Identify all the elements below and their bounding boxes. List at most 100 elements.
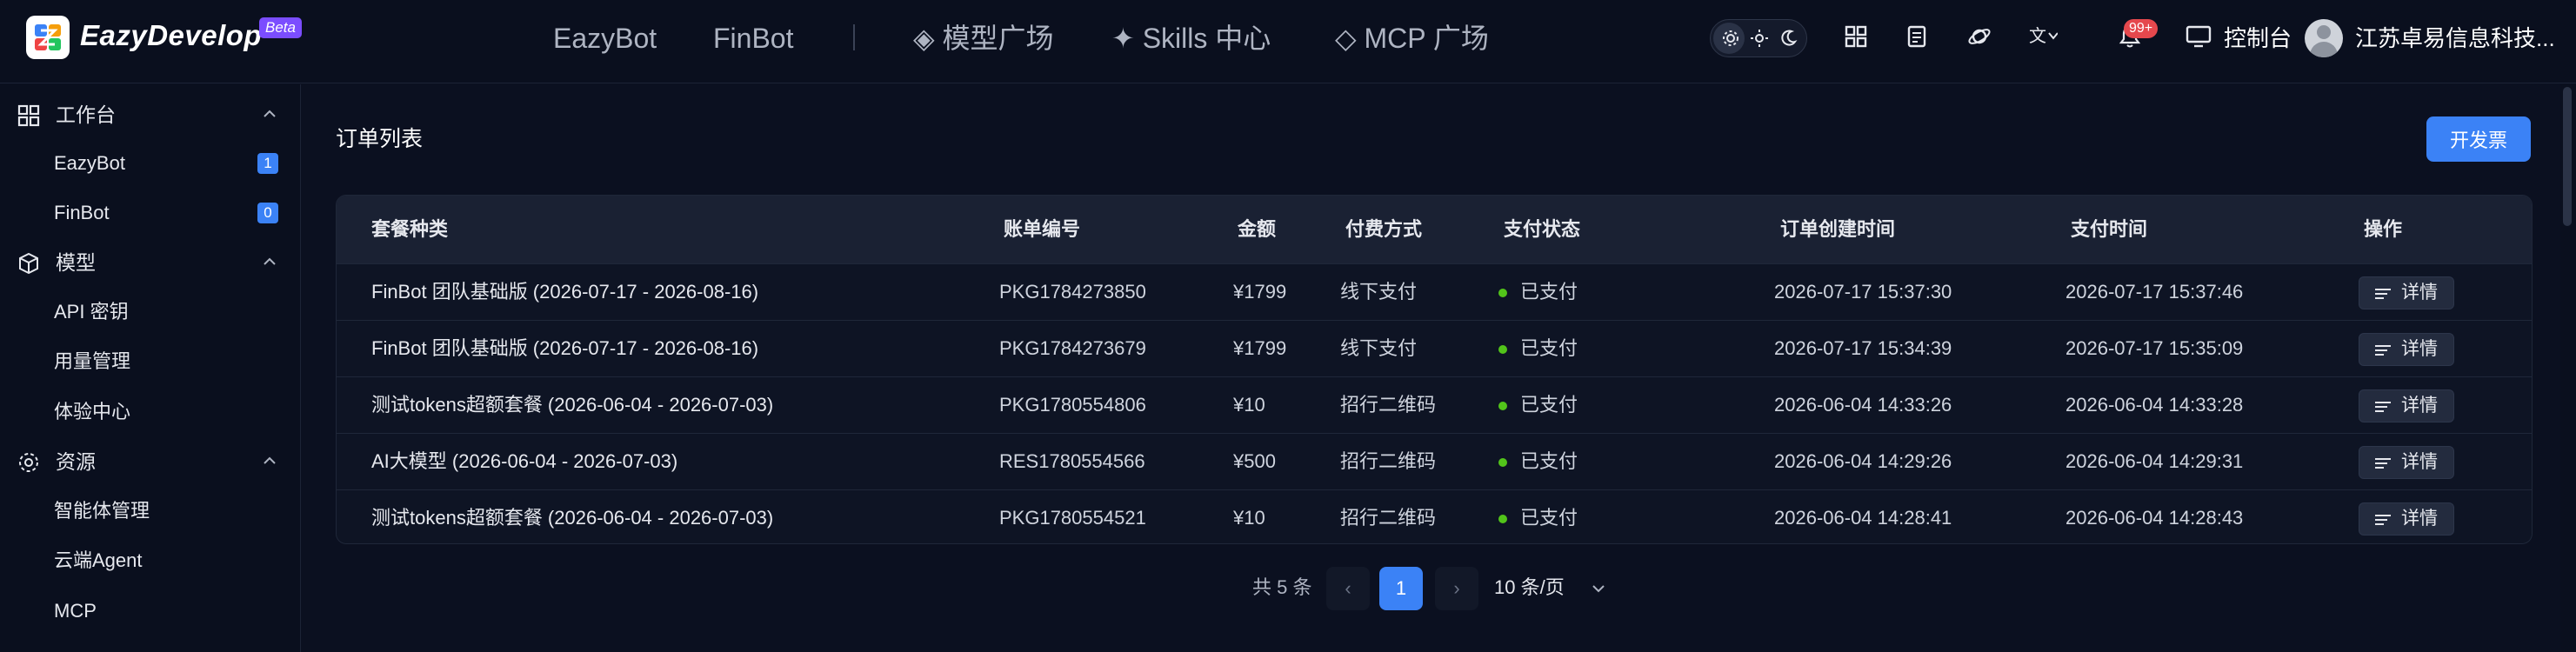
detail-button[interactable]: 详情 bbox=[2359, 389, 2454, 422]
table-cell-amount: ¥10 bbox=[1233, 394, 1265, 416]
detail-button-label: 详情 bbox=[2401, 396, 2438, 416]
count-badge: 0 bbox=[257, 203, 278, 223]
sidebar-item-mcp[interactable]: MCP bbox=[0, 589, 301, 633]
table-cell-status: 已支付 bbox=[1520, 337, 1578, 359]
table-cell-method: 线下支付 bbox=[1340, 337, 1418, 359]
topnav-skills-center[interactable]: ✦ Skills 中心 bbox=[1111, 21, 1271, 56]
topnav-eazybot[interactable]: EazyBot bbox=[553, 21, 657, 56]
table-cell-amount: ¥10 bbox=[1233, 507, 1265, 529]
gear-icon bbox=[19, 453, 38, 472]
list-icon bbox=[2375, 458, 2391, 469]
scrollbar-thumb[interactable] bbox=[2563, 87, 2572, 226]
column-header: 操作 bbox=[2364, 218, 2403, 240]
topnav-model-square[interactable]: ◈ 模型广场 bbox=[913, 21, 1054, 56]
company-name[interactable]: 江苏卓易信息科技... bbox=[2355, 23, 2555, 54]
cube-icon bbox=[19, 252, 38, 275]
table-row: FinBot 团队基础版 (2026-07-17 - 2026-08-16) PK… bbox=[337, 263, 2532, 320]
chevron-down-icon[interactable] bbox=[1592, 583, 1605, 594]
table-cell-created: 2026-07-17 15:37:30 bbox=[1774, 281, 1952, 303]
invoice-button[interactable]: 开发票 bbox=[2426, 116, 2531, 162]
sidebar-item-eazybot[interactable]: EazyBot 1 bbox=[0, 142, 301, 185]
table-cell-paid: 2026-06-04 14:33:28 bbox=[2065, 394, 2244, 416]
next-page-button[interactable]: › bbox=[1435, 567, 1478, 610]
column-header: 账单编号 bbox=[1004, 218, 1081, 240]
table-cell-created: 2026-06-04 14:28:41 bbox=[1774, 507, 1952, 529]
list-icon bbox=[2375, 402, 2391, 412]
chevron-up-icon bbox=[264, 110, 276, 117]
prev-page-button[interactable]: ‹ bbox=[1326, 567, 1370, 610]
sidebar-item-cloud-agent[interactable]: 云端Agent bbox=[0, 539, 301, 582]
logo-icon[interactable] bbox=[26, 16, 70, 59]
table-row: FinBot 团队基础版 (2026-07-17 - 2026-08-16) PK… bbox=[337, 320, 2532, 376]
table-cell-method: 招行二维码 bbox=[1340, 507, 1437, 529]
status-dot-icon bbox=[1498, 458, 1507, 467]
topnav-divider bbox=[853, 24, 855, 50]
table-row: 测试tokens超额套餐 (2026-06-04 - 2026-07-03) PK… bbox=[337, 489, 2532, 543]
sidebar-item-label: 体验中心 bbox=[54, 401, 131, 422]
translate-icon[interactable]: 文 bbox=[2028, 24, 2058, 49]
table-cell-created: 2026-06-04 14:29:26 bbox=[1774, 450, 1952, 472]
table-cell-paid: 2026-07-17 15:35:09 bbox=[2065, 337, 2244, 359]
table-cell-created: 2026-07-17 15:34:39 bbox=[1774, 337, 1952, 359]
table-cell-package: FinBot 团队基础版 (2026-07-17 - 2026-08-16) bbox=[371, 281, 759, 303]
sidebar-item-experience[interactable]: 体验中心 bbox=[0, 390, 301, 434]
table-cell-method: 线下支付 bbox=[1340, 281, 1418, 303]
theme-switch[interactable] bbox=[1710, 19, 1807, 57]
grid-icon bbox=[17, 104, 40, 127]
topnav-finbot[interactable]: FinBot bbox=[713, 21, 793, 56]
system-theme-icon[interactable] bbox=[1721, 29, 1740, 48]
list-icon bbox=[2375, 289, 2391, 299]
table-header: 套餐种类 账单编号 金额 付费方式 支付状态 订单创建时间 支付时间 操作 bbox=[337, 196, 2532, 263]
list-icon bbox=[2375, 345, 2391, 356]
sidebar: 工作台 EazyBot 1 FinBot 0 模型 API 密钥 用量管理 体验… bbox=[0, 84, 301, 652]
detail-button[interactable]: 详情 bbox=[2359, 502, 2454, 536]
moon-icon[interactable] bbox=[1779, 29, 1798, 48]
topnav-mcp-square[interactable]: ◇ MCP 广场 bbox=[1335, 21, 1489, 56]
table-cell-method: 招行二维码 bbox=[1340, 450, 1437, 472]
document-icon[interactable] bbox=[1905, 24, 1929, 49]
status-dot-icon bbox=[1498, 289, 1507, 297]
table-cell-paid: 2026-06-04 14:29:31 bbox=[2065, 450, 2244, 472]
table-row: AI大模型 (2026-06-04 - 2026-07-03) RES178055… bbox=[337, 433, 2532, 489]
sidebar-group-workbench[interactable]: 工作台 bbox=[0, 93, 301, 136]
planet-icon[interactable] bbox=[1967, 24, 1992, 49]
table-cell-package: AI大模型 (2026-06-04 - 2026-07-03) bbox=[371, 450, 678, 472]
table-cell-amount: ¥1799 bbox=[1233, 337, 1287, 359]
sidebar-item-label: 智能体管理 bbox=[54, 500, 150, 522]
page-button-current[interactable]: 1 bbox=[1379, 567, 1423, 610]
detail-button[interactable]: 详情 bbox=[2359, 276, 2454, 309]
status-dot-icon bbox=[1498, 515, 1507, 523]
page-size-select[interactable]: 10 条/页 bbox=[1494, 575, 1565, 601]
sidebar-item-usage[interactable]: 用量管理 bbox=[0, 340, 301, 383]
sidebar-group-resources[interactable]: 资源 bbox=[0, 440, 301, 483]
table-cell-status: 已支付 bbox=[1520, 450, 1578, 472]
column-header: 付费方式 bbox=[1345, 218, 1423, 240]
table-cell-paid: 2026-06-04 14:28:43 bbox=[2065, 507, 2244, 529]
avatar[interactable] bbox=[2305, 19, 2343, 57]
sidebar-group-label: 工作台 bbox=[56, 103, 116, 126]
sidebar-item-finbot[interactable]: FinBot 0 bbox=[0, 191, 301, 235]
detail-button-label: 详情 bbox=[2401, 339, 2438, 359]
pagination-total: 共 5 条 bbox=[1252, 576, 1312, 598]
apps-icon[interactable] bbox=[1844, 24, 1868, 49]
monitor-icon[interactable] bbox=[2186, 24, 2212, 49]
column-header: 套餐种类 bbox=[371, 218, 449, 240]
page-title: 订单列表 bbox=[336, 127, 424, 151]
sidebar-item-agents[interactable]: 智能体管理 bbox=[0, 489, 301, 533]
sidebar-item-label: 用量管理 bbox=[54, 350, 131, 372]
sidebar-item-label: FinBot bbox=[54, 202, 110, 223]
sun-icon[interactable] bbox=[1750, 29, 1769, 48]
detail-button[interactable]: 详情 bbox=[2359, 446, 2454, 479]
detail-button[interactable]: 详情 bbox=[2359, 333, 2454, 366]
table-cell-created: 2026-06-04 14:33:26 bbox=[1774, 394, 1952, 416]
table-row: 测试tokens超额套餐 (2026-06-04 - 2026-07-03) PK… bbox=[337, 376, 2532, 433]
list-icon bbox=[2375, 515, 2391, 525]
brand-name: EazyDevelop bbox=[80, 19, 263, 51]
table-cell-package: 测试tokens超额套餐 (2026-06-04 - 2026-07-03) bbox=[371, 394, 774, 416]
console-link[interactable]: 控制台 bbox=[2224, 23, 2292, 54]
sidebar-item-api-keys[interactable]: API 密钥 bbox=[0, 290, 301, 334]
sidebar-group-model[interactable]: 模型 bbox=[0, 241, 301, 284]
column-header: 金额 bbox=[1238, 218, 1277, 240]
column-header: 支付时间 bbox=[2071, 218, 2148, 240]
sidebar-item-label: MCP bbox=[54, 600, 97, 622]
